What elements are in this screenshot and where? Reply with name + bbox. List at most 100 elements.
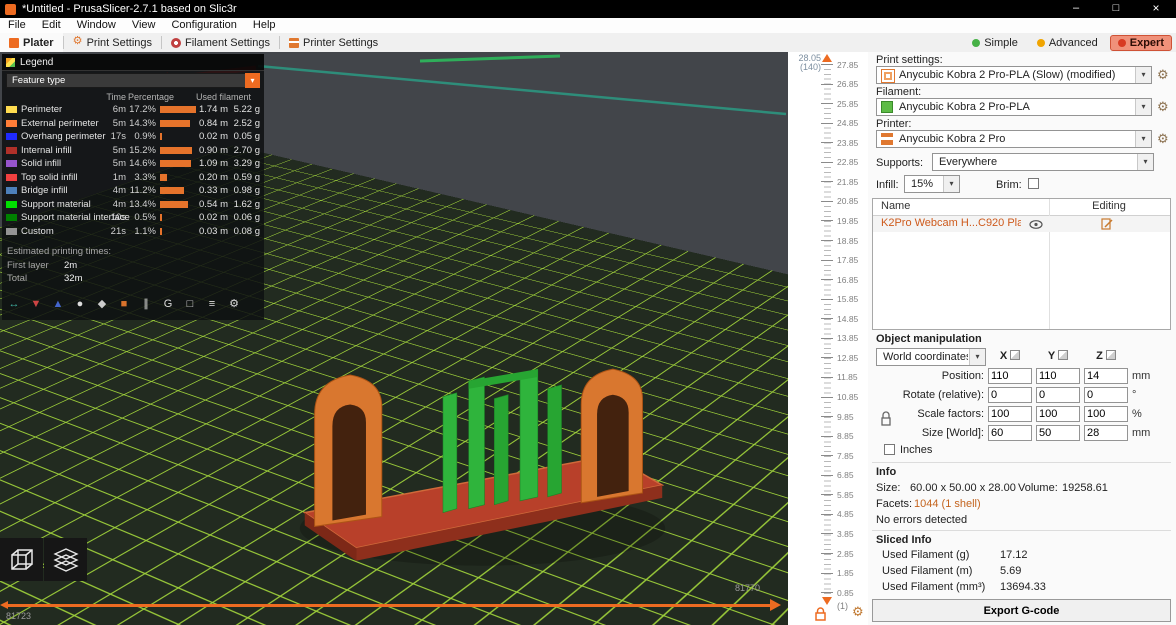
filament-combo[interactable]: Anycubic Kobra 2 Pro-PLA	[876, 98, 1152, 116]
menu-view[interactable]: View	[124, 18, 164, 33]
infill-combo[interactable]: 15%	[904, 175, 960, 193]
legend-feature-row[interactable]: Support material 4m 13.4% 0.54 m 1.62 g	[2, 198, 264, 212]
print-settings-combo[interactable]: Anycubic Kobra 2 Pro-PLA (Slow) (modifie…	[876, 66, 1152, 84]
layer-tick-label: 21.85	[837, 177, 858, 187]
position-y-input[interactable]	[1036, 368, 1080, 384]
feature-used-m: 0.02 m	[190, 212, 228, 223]
view-type-dropdown[interactable]: Feature type	[6, 73, 260, 88]
legend-feature-row[interactable]: Custom 21s 1.1% 0.03 m 0.08 g	[2, 225, 264, 239]
menu-window[interactable]: Window	[69, 18, 124, 33]
mode-expert[interactable]: Expert	[1110, 35, 1172, 51]
move-slider-right-handle[interactable]	[770, 599, 781, 611]
x-axis-icon[interactable]	[1010, 350, 1020, 360]
seams-icon[interactable]: ●	[72, 296, 88, 312]
position-x-input[interactable]	[988, 368, 1032, 384]
layer-tick-label: 13.85	[837, 333, 858, 343]
scale-y-input[interactable]	[1036, 406, 1080, 422]
move-slider-left-handle[interactable]	[0, 601, 8, 609]
legend-feature-row[interactable]: Top solid infill 1m 3.3% 0.20 m 0.59 g	[2, 171, 264, 185]
rotate-y-input[interactable]	[1036, 387, 1080, 403]
legend-feature-row[interactable]: Solid infill 5m 14.6% 1.09 m 3.29 g	[2, 157, 264, 171]
menu-help[interactable]: Help	[245, 18, 284, 33]
y-axis-header: Y	[1036, 350, 1080, 362]
rotate-z-input[interactable]	[1084, 387, 1128, 403]
menu-configuration[interactable]: Configuration	[163, 18, 244, 33]
move-slider-min-value: 81723	[6, 611, 31, 621]
move-slider-track[interactable]	[8, 604, 770, 607]
supports-combo[interactable]: Everywhere	[932, 153, 1154, 171]
3d-viewport[interactable]: Legend Feature type Time Percentage Used…	[0, 52, 788, 625]
tab-plater[interactable]: Plater	[0, 33, 63, 52]
feature-percentage-bar	[160, 228, 162, 235]
used-filament-mm3-label: Used Filament (mm³)	[882, 581, 985, 593]
layer-slider-down-handle[interactable]	[822, 597, 832, 605]
z-axis-icon[interactable]	[1106, 350, 1116, 360]
separator	[872, 530, 1171, 531]
size-x-input[interactable]	[988, 425, 1032, 441]
color-changes-icon[interactable]: ■	[116, 296, 132, 312]
dropdown-arrow-icon[interactable]	[245, 73, 260, 88]
model-object[interactable]	[285, 320, 680, 605]
export-gcode-button[interactable]: Export G-code	[872, 599, 1171, 622]
size-z-input[interactable]	[1084, 425, 1128, 441]
maximize-button[interactable]: □	[1096, 0, 1136, 18]
advanced-mode-dot	[1037, 39, 1045, 47]
y-axis-icon[interactable]	[1058, 350, 1068, 360]
column-header-time: Time	[98, 92, 126, 102]
x-axis-header: X	[988, 350, 1032, 362]
custom-gcodes-icon[interactable]: G	[160, 296, 176, 312]
mode-advanced[interactable]: Advanced	[1030, 36, 1105, 50]
object-editing-icon[interactable]	[1101, 218, 1113, 230]
retractions-icon[interactable]: ▼	[28, 296, 44, 312]
minimize-button[interactable]: –	[1056, 0, 1096, 18]
mode-simple[interactable]: Simple	[965, 36, 1025, 50]
title-bar[interactable]: *Untitled - PrusaSlicer-2.7.1 based on S…	[0, 0, 1176, 18]
position-z-input[interactable]	[1084, 368, 1128, 384]
scale-x-input[interactable]	[988, 406, 1032, 422]
layer-tick-label: 26.85	[837, 79, 858, 89]
printer-combo[interactable]: Anycubic Kobra 2 Pro	[876, 130, 1152, 148]
legend-feature-row[interactable]: Overhang perimeter 17s 0.9% 0.02 m 0.05 g	[2, 130, 264, 144]
filament-gear-icon[interactable]	[1157, 99, 1169, 115]
rotate-unit: °	[1132, 389, 1136, 401]
brim-checkbox[interactable]	[1028, 178, 1039, 189]
eye-icon[interactable]	[1029, 220, 1043, 229]
legend-feature-row[interactable]: Perimeter 6m 17.2% 1.74 m 5.22 g	[2, 103, 264, 117]
menu-edit[interactable]: Edit	[34, 18, 69, 33]
layer-slider: 28.05 (140) 27.85 26.85 25.85 24.85 23.85 22.…	[788, 52, 868, 625]
printer-gear-icon[interactable]	[1157, 131, 1169, 147]
deretractions-icon[interactable]: ▲	[50, 296, 66, 312]
tab-printer-settings[interactable]: Printer Settings	[280, 33, 387, 52]
legend-icon[interactable]: ≡	[204, 296, 220, 312]
feature-percentage-bar	[160, 160, 191, 167]
layer-slider-up-handle[interactable]	[822, 54, 832, 62]
object-row[interactable]: K2Pro Webcam H...C920 Plate.stl	[873, 216, 1170, 232]
size-y-input[interactable]	[1036, 425, 1080, 441]
feature-percentage: 13.4%	[126, 199, 156, 210]
coordinates-combo[interactable]: World coordinates	[876, 348, 986, 366]
lock-icon[interactable]	[814, 607, 827, 621]
options-icon[interactable]: ⚙	[226, 296, 242, 312]
legend-feature-row[interactable]: Support material interface 10s 0.5% 0.02 m0…	[2, 211, 264, 225]
travel-icon[interactable]: ↔	[6, 296, 22, 312]
editor-view-button[interactable]	[0, 538, 43, 581]
inches-checkbox[interactable]	[884, 444, 895, 455]
close-button[interactable]: ×	[1136, 0, 1176, 18]
preview-view-button[interactable]	[44, 538, 87, 581]
legend-feature-row[interactable]: External perimeter 5m 14.3% 0.84 m 2.52 g	[2, 117, 264, 131]
print-settings-gear-icon[interactable]	[1157, 67, 1169, 83]
layer-slider-track[interactable]	[824, 64, 831, 596]
legend-feature-row[interactable]: Bridge infill 4m 11.2% 0.33 m 0.98 g	[2, 184, 264, 198]
pause-prints-icon[interactable]: ∥	[138, 296, 154, 312]
feature-color-swatch	[6, 133, 17, 140]
rotate-x-input[interactable]	[988, 387, 1032, 403]
feature-time: 6m	[98, 104, 126, 115]
shells-icon[interactable]: □	[182, 296, 198, 312]
tab-print-settings[interactable]: Print Settings	[64, 33, 161, 52]
legend-feature-row[interactable]: Internal infill 5m 15.2% 0.90 m 2.70 g	[2, 144, 264, 158]
slider-settings-gear-icon[interactable]	[852, 604, 864, 620]
tool-changes-icon[interactable]: ◆	[94, 296, 110, 312]
tab-filament-settings[interactable]: Filament Settings	[162, 33, 279, 52]
menu-file[interactable]: File	[0, 18, 34, 33]
scale-z-input[interactable]	[1084, 406, 1128, 422]
